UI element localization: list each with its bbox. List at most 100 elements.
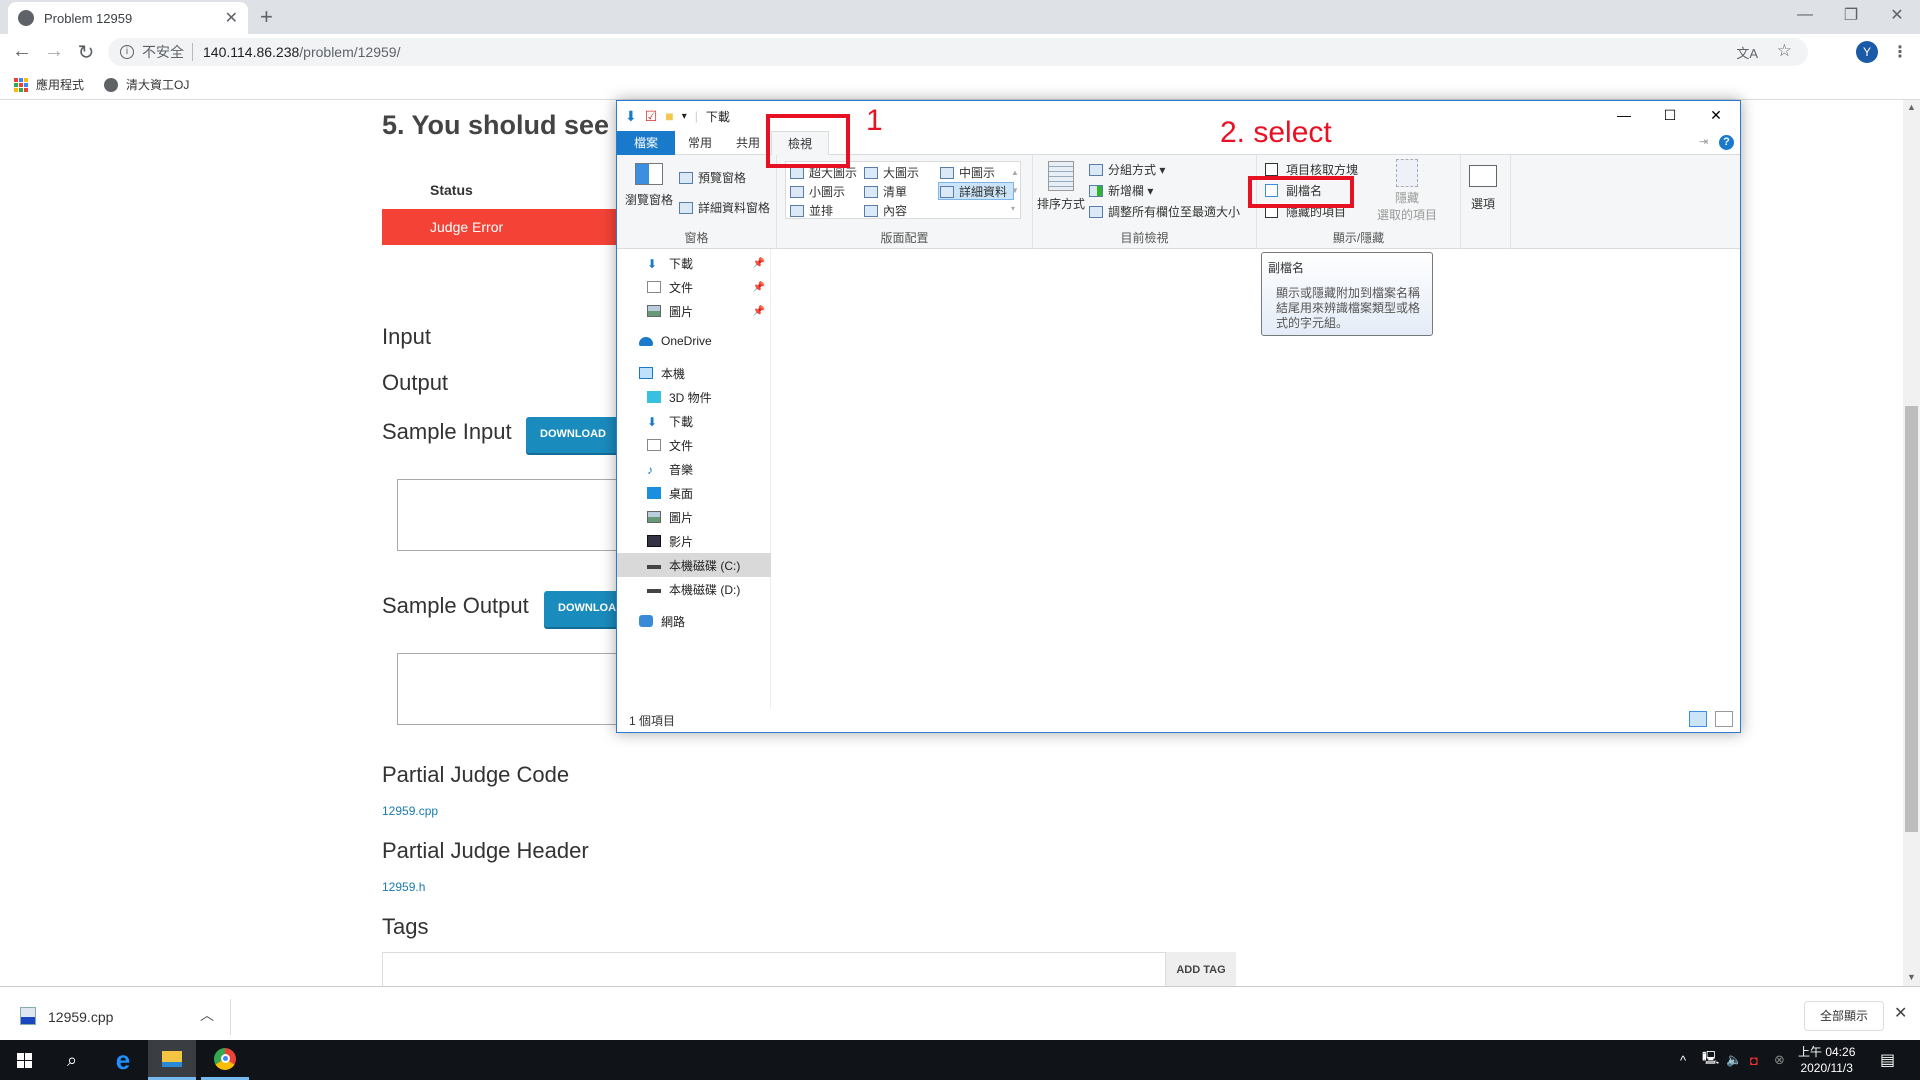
tooltip-title: 副檔名 (1268, 261, 1305, 275)
checkbox[interactable] (1265, 163, 1278, 176)
sample-output-box (397, 653, 627, 725)
nav-item-videos[interactable]: 影片 (617, 529, 771, 553)
pin-ribbon-icon[interactable]: ⇥ (1699, 135, 1708, 148)
download-sample-input-button[interactable]: DOWNLOAD (526, 417, 620, 453)
properties-icon[interactable]: ☑ (645, 108, 658, 125)
show-all-downloads-button[interactable]: 全部顯示 (1804, 1001, 1884, 1031)
layout-content[interactable]: 內容 (864, 202, 907, 219)
explorer-minimize-button[interactable]: — (1601, 101, 1647, 131)
security-alert-icon[interactable]: ◘ (1750, 1040, 1758, 1080)
search-icon[interactable]: ⌕ (48, 1040, 96, 1080)
nav-item-documents-pinned[interactable]: 文件 📌 (617, 275, 771, 299)
nav-item-music[interactable]: ♪ 音樂 (617, 457, 771, 481)
file-explorer-taskbar-icon[interactable] (148, 1040, 196, 1080)
add-tag-button[interactable]: ADD TAG (1166, 952, 1236, 986)
layout-medium-icons[interactable]: 中圖示 (940, 164, 995, 181)
close-window-button[interactable]: ✕ (1874, 0, 1920, 30)
navigation-pane-button[interactable]: 瀏覽窗格 (625, 163, 673, 208)
tab-share[interactable]: 共用 (725, 131, 771, 155)
nav-item-downloads-pinned[interactable]: ⬇ 下載 📌 (617, 251, 771, 275)
nav-item-this-pc[interactable]: 本機 (617, 361, 771, 385)
bookmark-apps[interactable]: 應用程式 (14, 76, 84, 93)
tab-file[interactable]: 檔案 (617, 131, 675, 155)
nav-item-network[interactable]: 網路 (617, 609, 771, 633)
nav-item-3d-objects[interactable]: 3D 物件 (617, 385, 771, 409)
nav-item-downloads[interactable]: ⬇ 下載 (617, 409, 771, 433)
download-file-name[interactable]: 12959.cpp (48, 1009, 113, 1025)
close-circle-icon[interactable]: ⊗ (1774, 1040, 1785, 1080)
nav-item-onedrive[interactable]: OneDrive (617, 329, 771, 353)
nav-item-drive-d[interactable]: 本機磁碟 (D:) (617, 577, 771, 601)
clock-time: 上午 04:26 (1798, 1045, 1856, 1059)
chrome-taskbar-icon[interactable] (201, 1040, 249, 1080)
gallery-scroll-icons[interactable]: ▲ ▼ ▾ (1011, 164, 1019, 218)
partial-judge-code-link[interactable]: 12959.cpp (382, 804, 438, 818)
tab-home[interactable]: 常用 (675, 131, 725, 155)
close-download-shelf-icon[interactable]: ✕ (1894, 1003, 1907, 1023)
explorer-close-button[interactable]: ✕ (1693, 101, 1739, 131)
large-icons-view-icon[interactable] (1714, 711, 1733, 727)
reload-icon[interactable]: ↻ (72, 40, 100, 65)
nav-item-pictures-pinned[interactable]: 圖片 📌 (617, 299, 771, 323)
options-button[interactable]: 選項 (1469, 165, 1497, 212)
bookmark-oj[interactable]: 清大資工OJ (104, 76, 189, 93)
size-columns-button[interactable]: 調整所有欄位至最適大小 (1089, 203, 1240, 220)
layout-list[interactable]: 清單 (864, 183, 907, 200)
address-bar[interactable]: i 不安全 140.114.86.238/problem/12959/ 文A ☆ (108, 38, 1808, 66)
download-options-chevron-icon[interactable]: ︿ (200, 1005, 214, 1025)
tag-input[interactable] (382, 952, 1166, 986)
details-pane-button[interactable]: 詳細資料窗格 (679, 199, 770, 216)
small-icons-icon (790, 185, 804, 198)
volume-icon[interactable]: 🔈 (1726, 1040, 1742, 1080)
new-tab-button[interactable]: + (260, 4, 273, 30)
download-arrow-icon: ⬇ (625, 107, 637, 124)
add-columns-button[interactable]: 新增欄 ▾ (1089, 182, 1153, 199)
system-clock[interactable]: 上午 04:26 2020/11/3 (1798, 1044, 1855, 1076)
new-folder-icon[interactable]: ■ (665, 108, 673, 124)
browser-tab[interactable]: Problem 12959 ✕ (8, 2, 248, 34)
panes-group: 瀏覽窗格 預覽窗格 詳細資料窗格 窗格 (617, 155, 777, 249)
bookmark-star-icon[interactable]: ☆ (1777, 41, 1792, 61)
nav-item-desktop[interactable]: 桌面 (617, 481, 771, 505)
details-view-icon[interactable] (1689, 711, 1707, 727)
forward-icon[interactable]: → (40, 40, 68, 63)
layout-large-icons[interactable]: 大圖示 (864, 164, 919, 181)
back-icon[interactable]: ← (8, 40, 36, 63)
file-explorer-window: ⬇ ☑ ■ ▾ | 下載 — ☐ ✕ 檔案 常用 共用 檢視 ⇥ ? 瀏覽窗格 … (616, 100, 1741, 733)
hide-selected-button[interactable]: 隱藏 選取的項目 (1377, 159, 1437, 223)
edge-browser-icon[interactable]: e (99, 1040, 147, 1080)
layout-details[interactable]: 詳細資料 (940, 183, 1007, 200)
preview-pane-icon (679, 171, 693, 184)
file-list-area[interactable] (772, 249, 1740, 709)
scroll-thumb[interactable] (1905, 406, 1918, 832)
translate-icon[interactable]: 文A (1736, 43, 1758, 62)
minimize-button[interactable]: — (1782, 0, 1828, 30)
help-icon[interactable]: ? (1719, 135, 1734, 150)
network-tray-icon[interactable]: 🖳 (1702, 1040, 1719, 1080)
layout-tiles[interactable]: 並排 (790, 202, 833, 219)
group-by-button[interactable]: 分組方式 ▾ (1089, 161, 1165, 178)
scroll-down-icon[interactable]: ▼ (1903, 972, 1920, 982)
customize-toolbar-chevron-icon[interactable]: ▾ (682, 111, 687, 122)
close-tab-icon[interactable]: ✕ (225, 8, 238, 28)
nav-item-pictures[interactable]: 圖片 (617, 505, 771, 529)
nav-item-drive-c[interactable]: 本機磁碟 (C:) (617, 553, 771, 577)
page-scrollbar[interactable]: ▲ ▼ (1903, 100, 1920, 986)
info-icon[interactable]: i (120, 45, 134, 59)
menu-kebab-icon[interactable]: ⋮ (1892, 42, 1908, 62)
profile-avatar[interactable]: Y (1856, 41, 1878, 63)
preview-pane-button[interactable]: 預覽窗格 (679, 169, 746, 186)
nav-item-documents[interactable]: 文件 (617, 433, 771, 457)
partial-judge-code-heading: Partial Judge Code (382, 762, 570, 787)
show-hidden-icons-chevron[interactable]: ^ (1680, 1040, 1686, 1080)
layout-small-icons[interactable]: 小圖示 (790, 183, 845, 200)
partial-judge-header-link[interactable]: 12959.h (382, 880, 425, 894)
explorer-maximize-button[interactable]: ☐ (1647, 101, 1693, 131)
scroll-up-icon[interactable]: ▲ (1903, 102, 1920, 112)
sort-by-button[interactable]: 排序方式 (1037, 161, 1085, 212)
annotation-step-2: 2. select (1220, 116, 1332, 149)
restore-button[interactable]: ❐ (1828, 0, 1874, 30)
options-checklist-icon (1469, 165, 1497, 187)
start-button[interactable] (0, 1040, 48, 1080)
action-center-icon[interactable]: ▤ (1880, 1040, 1895, 1080)
